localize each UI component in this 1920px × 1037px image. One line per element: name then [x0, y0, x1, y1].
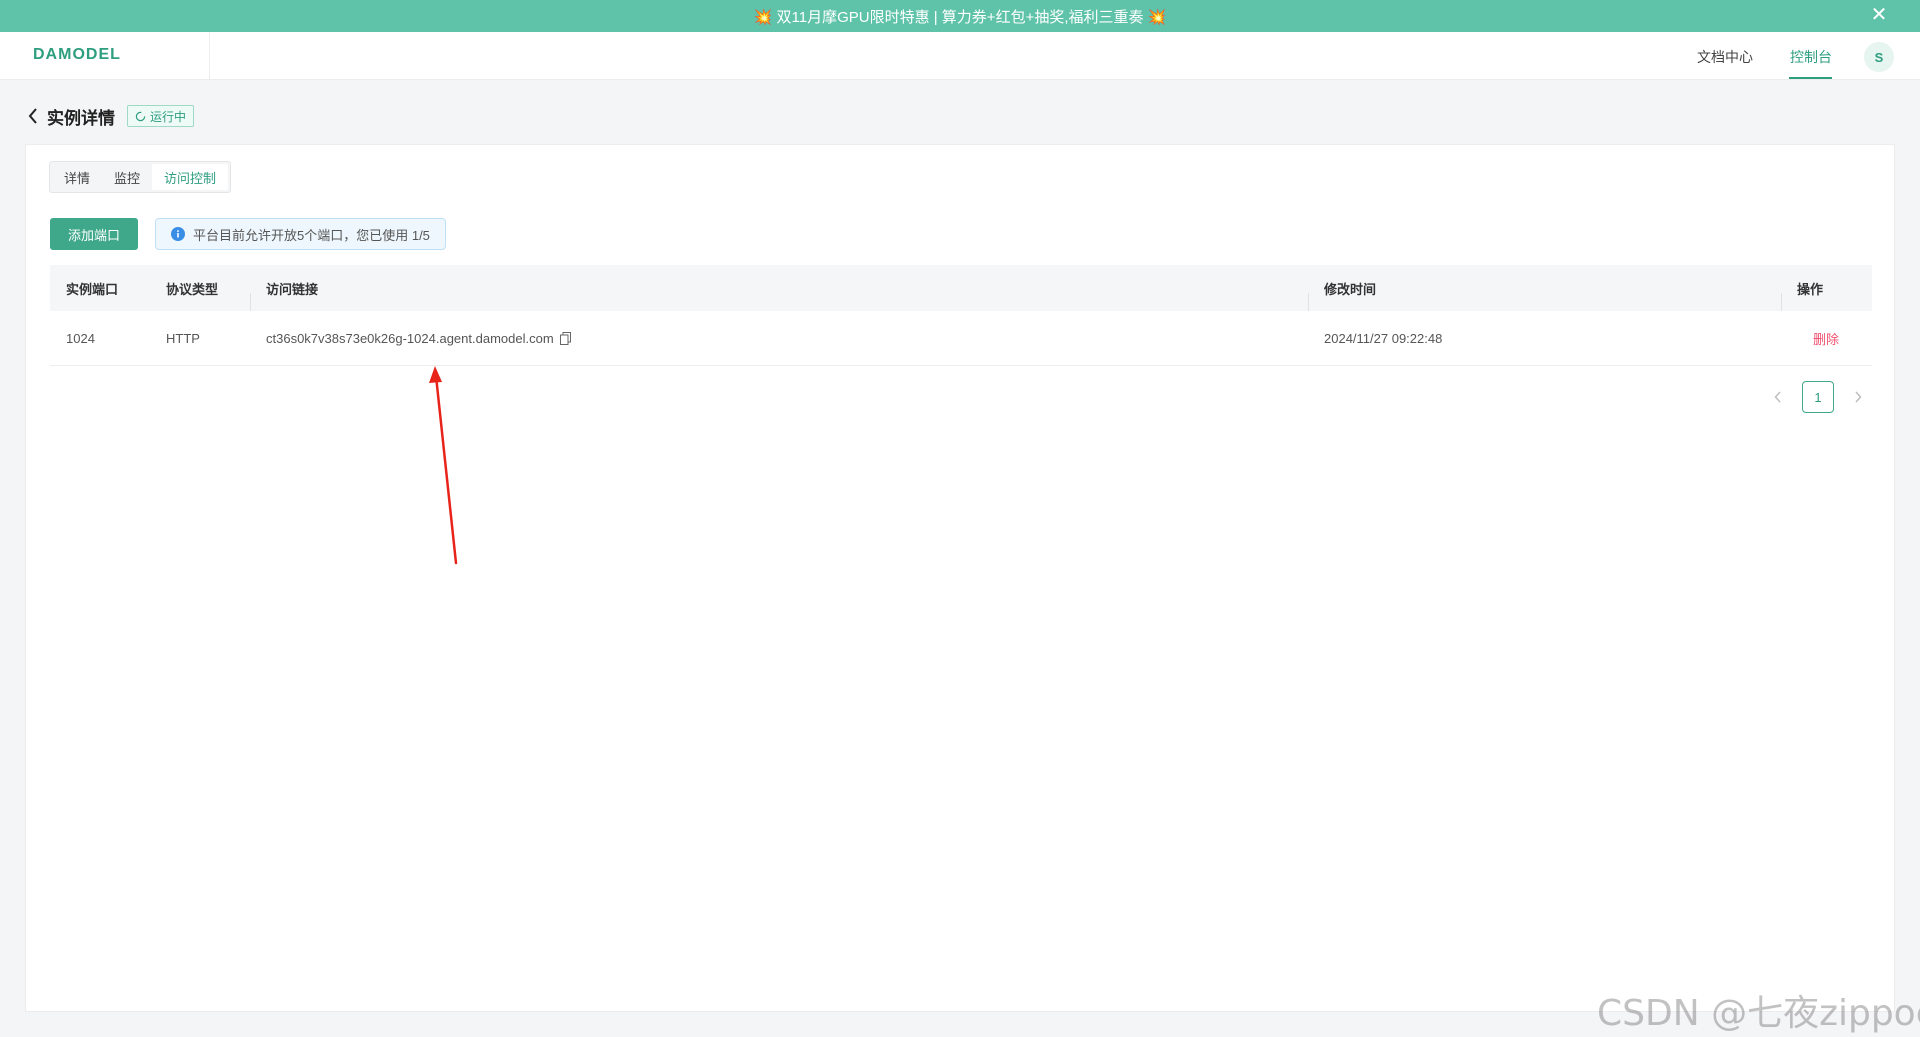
table-header: 实例端口 协议类型 访问链接 修改时间 操作: [50, 265, 1872, 311]
instance-detail-card: 详情 监控 访问控制 添加端口 平台目前允许开放5个端口，您已使用 1/5 实例…: [25, 144, 1895, 1012]
pagination: 1: [1766, 381, 1870, 413]
header-actions: 操作: [1781, 279, 1872, 311]
tab-access-control[interactable]: 访问控制: [152, 164, 229, 190]
nav-console-link[interactable]: 控制台: [1790, 47, 1832, 67]
prev-page-icon[interactable]: [1766, 381, 1790, 413]
user-avatar[interactable]: S: [1864, 42, 1894, 72]
page-number[interactable]: 1: [1802, 381, 1834, 413]
info-icon: [171, 227, 185, 241]
tab-details[interactable]: 详情: [52, 164, 102, 190]
cell-port: 1024: [66, 330, 95, 346]
nav-docs-link[interactable]: 文档中心: [1697, 47, 1753, 67]
back-arrow-icon[interactable]: [25, 105, 41, 127]
header-modified-time: 修改时间: [1308, 279, 1781, 311]
promo-banner-text[interactable]: 💥 双11月摩GPU限时特惠 | 算力券+红包+抽奖,福利三重奏 💥: [754, 6, 1167, 27]
next-page-icon[interactable]: [1846, 381, 1870, 413]
cell-protocol: HTTP: [166, 330, 200, 346]
page-title: 实例详情: [47, 108, 115, 128]
cell-link: ct36s0k7v38s73e0k26g-1024.agent.damodel.…: [250, 331, 1308, 346]
tab-monitoring[interactable]: 监控: [102, 164, 152, 190]
divider: [209, 32, 210, 80]
tab-bar: 详情 监控 访问控制: [49, 161, 232, 193]
close-icon[interactable]: ✕: [1868, 4, 1890, 26]
table-row: 1024 HTTP ct36s0k7v38s73e0k26g-1024.agen…: [50, 311, 1872, 366]
port-limit-tip: 平台目前允许开放5个端口，您已使用 1/5: [155, 218, 446, 250]
watermark: CSDN @七夜zippoe: [1597, 993, 1920, 1034]
logo[interactable]: DAMODEL: [33, 46, 121, 64]
access-link[interactable]: ct36s0k7v38s73e0k26g-1024.agent.damodel.…: [266, 331, 554, 346]
status-badge: 运行中: [127, 105, 195, 127]
promo-banner[interactable]: 💥 双11月摩GPU限时特惠 | 算力券+红包+抽奖,福利三重奏 💥 ✕: [0, 0, 1920, 32]
copy-icon[interactable]: [559, 331, 571, 345]
tip-text: 平台目前允许开放5个端口，您已使用 1/5: [193, 227, 430, 243]
cell-actions: 删除: [1781, 329, 1872, 348]
status-text: 运行中: [150, 109, 187, 124]
add-port-button[interactable]: 添加端口: [50, 218, 138, 250]
page-header: 实例详情 运行中: [25, 104, 195, 128]
header-port: 实例端口: [66, 281, 119, 297]
delete-button[interactable]: 删除: [1797, 332, 1839, 347]
active-nav-indicator: [1789, 77, 1832, 79]
refresh-icon: [135, 111, 146, 121]
top-navigation: DAMODEL 文档中心 控制台 S: [0, 32, 1920, 80]
cell-modified-time: 2024/11/27 09:22:48: [1324, 330, 1443, 346]
header-protocol: 协议类型: [166, 281, 219, 297]
header-link: 访问链接: [250, 279, 1308, 311]
port-table: 实例端口 协议类型 访问链接 修改时间 操作 1024 HTTP ct36s0k…: [50, 265, 1872, 366]
